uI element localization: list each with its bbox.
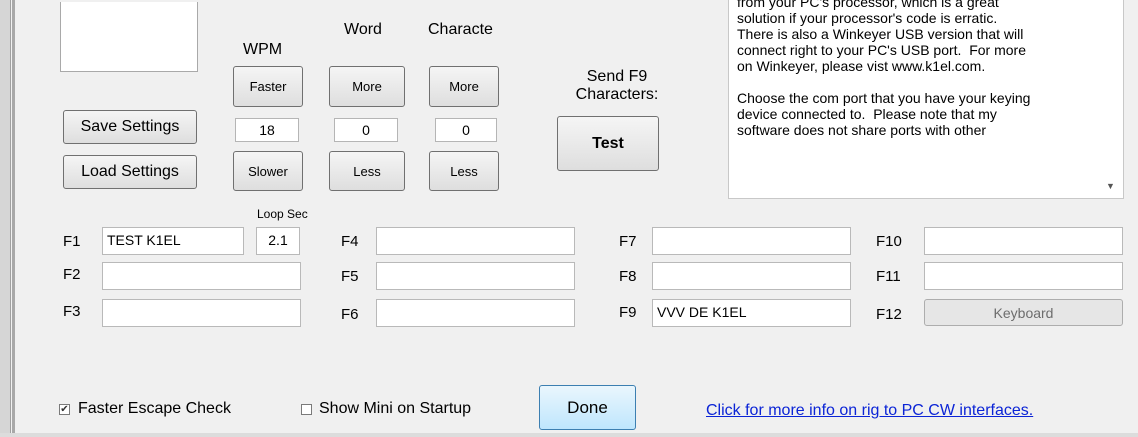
character-less-button[interactable]: Less (429, 151, 499, 191)
f7-label: F7 (619, 233, 637, 250)
show-mini-checkbox[interactable] (301, 404, 312, 415)
f4-field[interactable] (376, 227, 575, 255)
f6-label: F6 (341, 306, 359, 323)
f11-label: F11 (876, 268, 901, 285)
info-text: from your PC's processor, which is a gre… (737, 0, 1031, 138)
faster-escape-label: Faster Escape Check (78, 400, 231, 417)
loop-sec-field[interactable]: 2.1 (256, 227, 300, 255)
f11-field[interactable] (924, 262, 1123, 290)
info-textbox[interactable]: from your PC's processor, which is a gre… (728, 0, 1124, 199)
wpm-faster-button[interactable]: Faster (233, 66, 303, 107)
f6-field[interactable] (376, 299, 575, 327)
f9-field[interactable]: VVV DE K1EL (652, 299, 851, 327)
preview-box (60, 2, 198, 72)
window-left-border (0, 0, 11, 437)
word-spacing-title: Word (344, 21, 382, 38)
f1-field[interactable]: TEST K1EL (102, 227, 244, 255)
f3-field[interactable] (102, 299, 301, 327)
character-spacing-title: Characte (428, 21, 493, 38)
f10-label: F10 (876, 233, 902, 250)
done-button[interactable]: Done (539, 385, 636, 430)
f10-field[interactable] (924, 227, 1123, 255)
faster-escape-checkbox[interactable]: ✔ (59, 404, 70, 415)
f12-label: F12 (876, 306, 902, 323)
keyboard-button[interactable]: Keyboard (924, 299, 1123, 326)
load-settings-button[interactable]: Load Settings (63, 155, 197, 189)
f8-field[interactable] (652, 262, 851, 290)
show-mini-label: Show Mini on Startup (319, 400, 472, 417)
window-left-border-inner (12, 0, 15, 437)
f9-label: F9 (619, 304, 637, 321)
test-send-button[interactable]: Test (557, 116, 659, 171)
f2-field[interactable] (102, 262, 301, 290)
wpm-title: WPM (243, 41, 283, 58)
word-value-field[interactable]: 0 (334, 118, 398, 142)
f2-label: F2 (63, 266, 81, 283)
wpm-value-field[interactable]: 18 (235, 118, 299, 142)
wpm-slower-button[interactable]: Slower (233, 151, 303, 191)
send-f9-label-line2: Characters: (575, 86, 659, 103)
character-more-button[interactable]: More (429, 66, 499, 107)
f7-field[interactable] (652, 227, 851, 255)
send-f9-label: Send F9 Characters: (562, 68, 672, 104)
f3-label: F3 (63, 303, 81, 320)
send-f9-label-line1: Send F9 (586, 68, 648, 85)
f5-label: F5 (341, 268, 359, 285)
info-link[interactable]: Click for more info on rig to PC CW inte… (706, 402, 1033, 420)
window-bottom-border (0, 433, 1138, 437)
f8-label: F8 (619, 268, 637, 285)
save-settings-button[interactable]: Save Settings (63, 110, 197, 144)
f5-field[interactable] (376, 262, 575, 290)
character-value-field[interactable]: 0 (435, 118, 497, 142)
scroll-down-arrow-icon[interactable]: ▼ (1106, 181, 1115, 191)
word-more-button[interactable]: More (329, 66, 405, 107)
check-icon: ✔ (60, 404, 69, 415)
f4-label: F4 (341, 233, 359, 250)
f1-label: F1 (63, 233, 81, 250)
loop-sec-label: Loop Sec (257, 207, 308, 221)
word-less-button[interactable]: Less (329, 151, 405, 191)
